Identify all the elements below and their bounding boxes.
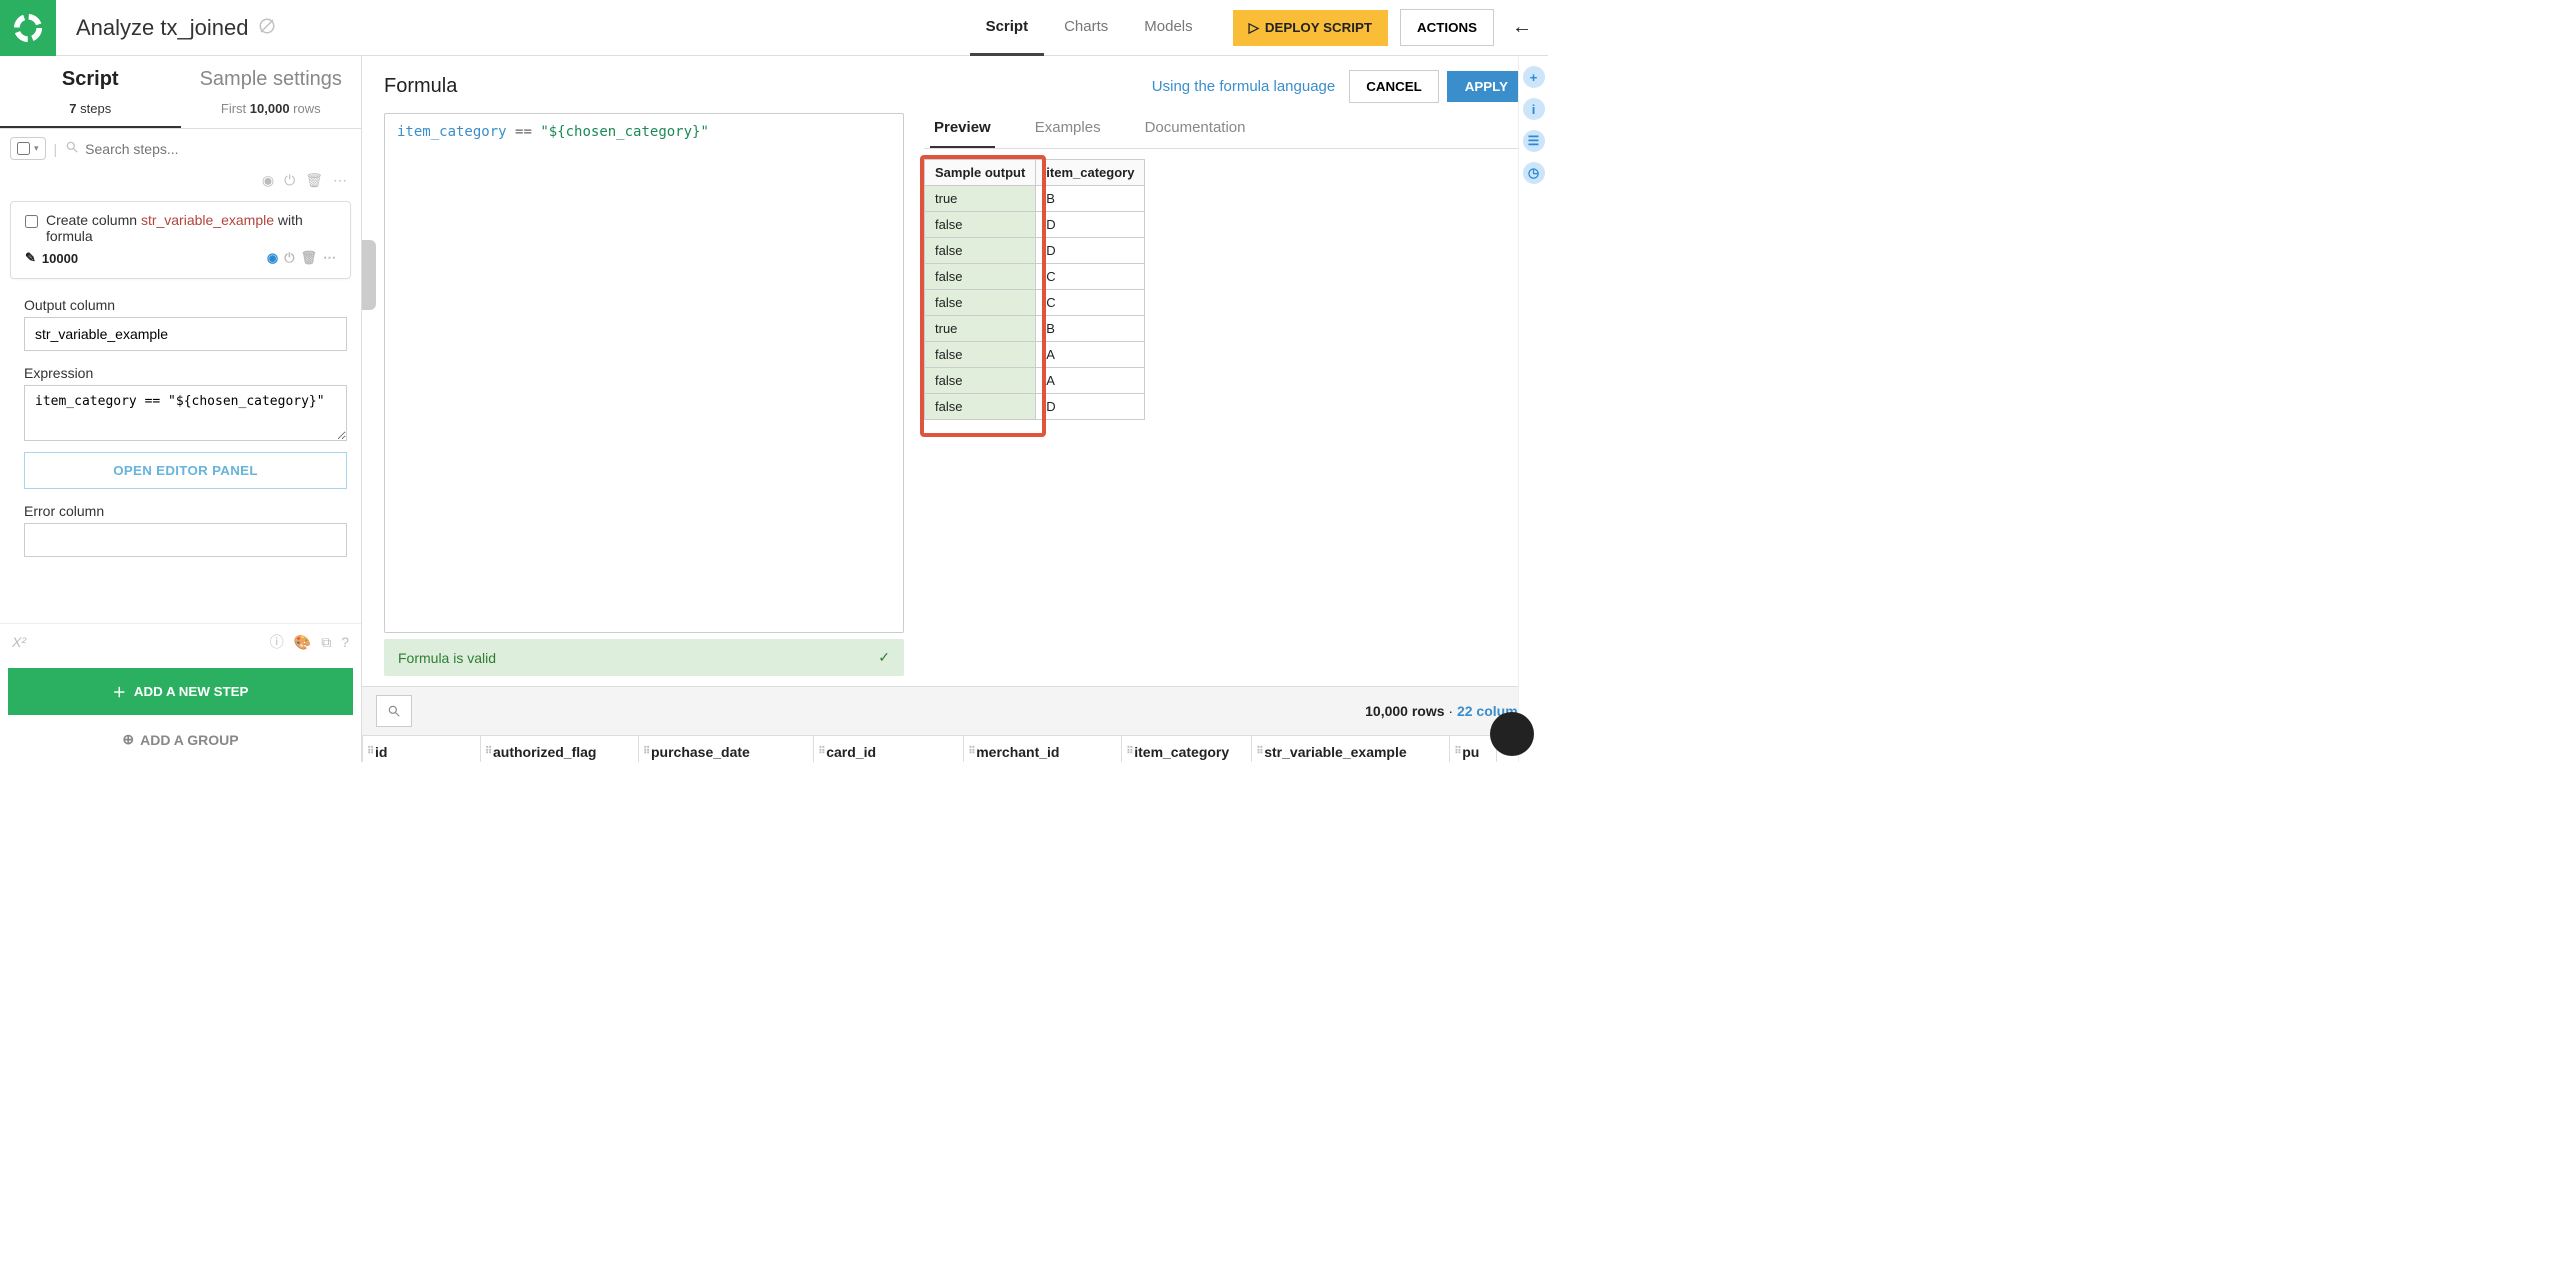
column-header[interactable]: ⠿card_id bbox=[814, 736, 964, 763]
preview-cell: false bbox=[925, 342, 1036, 368]
error-input[interactable] bbox=[24, 523, 347, 557]
rail-add-icon[interactable]: + bbox=[1523, 66, 1545, 88]
preview-cell: D bbox=[1036, 212, 1145, 238]
preview-tab-examples[interactable]: Examples bbox=[1031, 113, 1105, 148]
formula-valid-bar: Formula is valid ✓ bbox=[384, 639, 904, 676]
top-bar: Analyze tx_joined Script Charts Models ▷… bbox=[0, 0, 1548, 56]
preview-cell: B bbox=[1036, 316, 1145, 342]
output-input[interactable] bbox=[24, 317, 347, 351]
app-logo[interactable] bbox=[0, 0, 56, 56]
resize-handle[interactable] bbox=[362, 240, 376, 310]
preview-cell: false bbox=[925, 264, 1036, 290]
copy-icon[interactable]: ⧉ bbox=[321, 634, 331, 651]
open-editor-button[interactable]: OPEN EDITOR PANEL bbox=[24, 452, 347, 489]
preview-header: item_category bbox=[1036, 160, 1145, 186]
step-count: 10000 bbox=[42, 251, 78, 266]
steps-search-input[interactable] bbox=[85, 141, 351, 157]
column-header[interactable]: ⠿authorized_flag bbox=[481, 736, 639, 763]
formula-editor[interactable]: item_category == "${chosen_category}" bbox=[384, 113, 904, 633]
select-steps-dropdown[interactable]: ▾ bbox=[10, 137, 46, 160]
refresh-icon[interactable] bbox=[258, 17, 276, 38]
preview-tab-docs[interactable]: Documentation bbox=[1141, 113, 1250, 148]
apply-button[interactable]: APPLY bbox=[1447, 71, 1526, 102]
preview-cell: false bbox=[925, 212, 1036, 238]
rail-info-icon[interactable]: i bbox=[1523, 98, 1545, 120]
add-group-button[interactable]: ⊕ADD A GROUP bbox=[0, 723, 361, 762]
column-header[interactable]: ⠿item_category bbox=[1122, 736, 1252, 763]
more-icon[interactable]: ⋯ bbox=[323, 250, 336, 266]
right-rail: + i ☰ ◷ bbox=[1518, 56, 1548, 762]
eye-icon[interactable]: ◉ bbox=[262, 172, 274, 189]
select-all-steps[interactable] bbox=[17, 142, 30, 155]
help-icon[interactable]: ? bbox=[341, 634, 349, 650]
expression-textarea[interactable] bbox=[24, 385, 347, 441]
page-title: Analyze tx_joined bbox=[76, 15, 248, 41]
plus-icon: ＋ bbox=[113, 682, 126, 701]
formula-icon[interactable]: X² bbox=[12, 634, 26, 650]
power-icon[interactable]: ⏻ bbox=[284, 172, 295, 189]
preview-cell: false bbox=[925, 238, 1036, 264]
preview-cell: B bbox=[1036, 186, 1145, 212]
error-label: Error column bbox=[24, 503, 347, 519]
check-icon: ✓ bbox=[878, 649, 890, 666]
tab-models[interactable]: Models bbox=[1128, 0, 1208, 56]
pencil-icon: ✎ bbox=[25, 250, 36, 266]
play-icon: ▷ bbox=[1249, 20, 1259, 36]
output-label: Output column bbox=[24, 297, 347, 313]
column-header[interactable]: ⠿id bbox=[363, 736, 481, 763]
left-panel: Script Sample settings 7 steps First 10,… bbox=[0, 56, 362, 762]
trash-icon[interactable]: 🗑 bbox=[305, 172, 323, 189]
search-icon bbox=[65, 140, 79, 157]
caret-down-icon: ▾ bbox=[34, 143, 39, 154]
preview-cell: true bbox=[925, 316, 1036, 342]
column-header[interactable]: ⠿pu bbox=[1450, 736, 1496, 763]
preview-header: Sample output bbox=[925, 160, 1036, 186]
palette-icon[interactable]: 🎨 bbox=[294, 634, 311, 651]
actions-button[interactable]: ACTIONS bbox=[1400, 9, 1494, 46]
rail-clock-icon[interactable]: ◷ bbox=[1523, 162, 1545, 184]
preview-tab-preview[interactable]: Preview bbox=[930, 113, 995, 148]
column-header[interactable]: ⠿purchase_date bbox=[639, 736, 814, 763]
rail-chat-icon[interactable]: ☰ bbox=[1523, 130, 1545, 152]
preview-cell: false bbox=[925, 394, 1036, 420]
formula-heading: Formula bbox=[384, 75, 457, 98]
cancel-button[interactable]: CANCEL bbox=[1349, 70, 1439, 103]
preview-cell: D bbox=[1036, 394, 1145, 420]
chat-bubble[interactable] bbox=[1490, 712, 1534, 756]
grid-search-button[interactable] bbox=[376, 695, 412, 727]
preview-cell: A bbox=[1036, 368, 1145, 394]
preview-cell: false bbox=[925, 368, 1036, 394]
eye-icon[interactable]: ◉ bbox=[267, 250, 278, 266]
power-icon[interactable]: ⏻ bbox=[284, 250, 294, 266]
preview-cell: true bbox=[925, 186, 1036, 212]
add-step-button[interactable]: ＋ADD A NEW STEP bbox=[8, 668, 353, 715]
preview-table: Sample outputitem_category trueBfalseDfa… bbox=[924, 159, 1145, 420]
formula-lang-link[interactable]: Using the formula language bbox=[1152, 78, 1335, 95]
tab-charts[interactable]: Charts bbox=[1048, 0, 1124, 56]
left-tab-sample[interactable]: Sample settings bbox=[181, 56, 362, 95]
subtab-steps[interactable]: 7 steps bbox=[0, 95, 181, 128]
preview-cell: A bbox=[1036, 342, 1145, 368]
left-tab-script[interactable]: Script bbox=[0, 56, 181, 95]
data-grid[interactable]: ⠿id⠿authorized_flag⠿purchase_date⠿card_i… bbox=[362, 735, 1497, 762]
plus-circle-icon: ⊕ bbox=[122, 731, 134, 748]
column-header[interactable]: ⠿merchant_id bbox=[964, 736, 1122, 763]
preview-cell: C bbox=[1036, 264, 1145, 290]
step-title: Create column str_variable_example with … bbox=[46, 212, 336, 244]
step-card[interactable]: Create column str_variable_example with … bbox=[10, 201, 351, 279]
step-checkbox[interactable] bbox=[25, 215, 38, 228]
column-header[interactable]: ⠿str_variable_example bbox=[1252, 736, 1450, 763]
expression-label: Expression bbox=[24, 365, 347, 381]
trash-icon[interactable]: 🗑 bbox=[300, 250, 317, 266]
deploy-button[interactable]: ▷ DEPLOY SCRIPT bbox=[1233, 10, 1388, 46]
preview-cell: false bbox=[925, 290, 1036, 316]
preview-cell: C bbox=[1036, 290, 1145, 316]
tab-script[interactable]: Script bbox=[970, 0, 1045, 56]
subtab-rows[interactable]: First 10,000 rows bbox=[181, 95, 362, 128]
preview-cell: D bbox=[1036, 238, 1145, 264]
back-arrow-icon[interactable]: ← bbox=[1512, 16, 1532, 39]
more-icon[interactable]: ⋯ bbox=[333, 172, 347, 189]
info-icon[interactable]: ⓘ bbox=[270, 632, 284, 652]
